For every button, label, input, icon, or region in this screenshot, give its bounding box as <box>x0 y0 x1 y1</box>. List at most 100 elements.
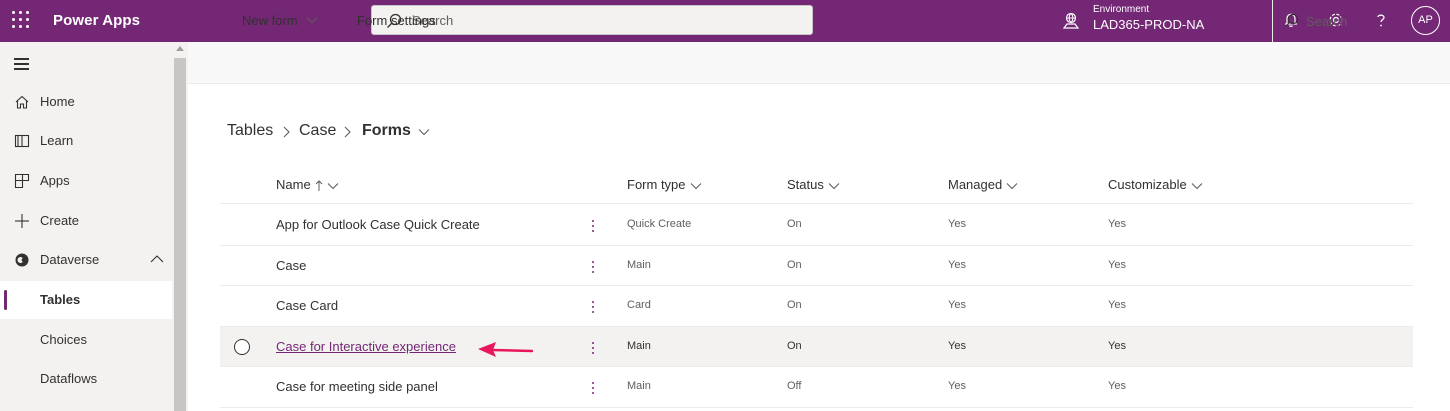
home-icon <box>15 95 29 109</box>
form-status: On <box>787 299 802 311</box>
sidebar-scrollbar[interactable] <box>172 42 188 411</box>
table-row[interactable]: Case for Interactive experience Main On … <box>220 326 1413 367</box>
book-icon <box>14 134 30 148</box>
scroll-up-arrow-icon[interactable] <box>176 46 184 51</box>
form-type: Main <box>627 380 651 392</box>
forms-search-box[interactable] <box>1280 10 1440 32</box>
top-bar: Power Apps Environment LAD365-PROD-NA AP <box>0 0 1450 42</box>
form-type: Card <box>627 299 651 311</box>
chevron-down-icon <box>327 182 339 189</box>
sidebar-item-label: Learn <box>40 133 74 148</box>
column-header-name[interactable]: Name <box>276 177 339 192</box>
form-type: Main <box>627 339 651 352</box>
sidebar-item-label: Apps <box>40 173 70 188</box>
form-customizable: Yes <box>1108 218 1126 230</box>
form-customizable: Yes <box>1108 339 1126 352</box>
sidebar-item-choices[interactable]: Choices <box>0 321 172 359</box>
form-customizable: Yes <box>1108 380 1126 392</box>
form-status: On <box>787 218 802 230</box>
sidebar-item-dataverse[interactable]: Dataverse <box>0 241 172 279</box>
form-managed: Yes <box>948 339 966 352</box>
column-header-form-type[interactable]: Form type <box>627 177 702 192</box>
command-bar-divider <box>1272 0 1273 42</box>
chevron-up-icon[interactable] <box>150 254 164 264</box>
form-name[interactable]: Case <box>276 258 306 273</box>
form-type: Main <box>627 258 651 271</box>
sidebar-item-label: Choices <box>40 332 87 347</box>
form-name-link[interactable]: Case for Interactive experience <box>276 339 456 354</box>
table-row[interactable]: Case for meeting side panel Main Off Yes… <box>220 367 1413 408</box>
environment-name: LAD365-PROD-NA <box>1093 17 1205 32</box>
hamburger-menu-icon[interactable] <box>14 57 30 71</box>
left-navigation: Home Learn Apps Create Dataverse Tables … <box>0 42 172 411</box>
column-header-status[interactable]: Status <box>787 177 840 192</box>
chevron-down-icon <box>690 182 701 189</box>
waffle-icon[interactable] <box>12 11 32 31</box>
form-status: On <box>787 339 802 352</box>
table-header: Name Form type Status Managed Customizab… <box>220 164 1413 204</box>
app-name[interactable]: Power Apps <box>53 12 140 29</box>
sidebar-item-label: Dataverse <box>40 252 100 267</box>
global-search-box[interactable] <box>371 5 813 35</box>
form-name[interactable]: Case for meeting side panel <box>276 379 438 394</box>
form-customizable: Yes <box>1108 258 1126 271</box>
form-status: On <box>787 258 802 271</box>
sidebar-item-home[interactable]: Home <box>0 83 172 121</box>
new-form-label: New form <box>242 13 298 28</box>
environment-label: Environment <box>1093 4 1150 15</box>
form-customizable: Yes <box>1108 299 1126 311</box>
plus-icon <box>15 214 29 228</box>
breadcrumb-case[interactable]: Case <box>299 122 336 140</box>
breadcrumb-tables[interactable]: Tables <box>227 122 273 140</box>
form-settings-label: Form settings <box>357 13 436 28</box>
form-type: Quick Create <box>627 218 692 230</box>
form-name[interactable]: App for Outlook Case Quick Create <box>276 217 480 232</box>
form-managed: Yes <box>948 299 966 311</box>
table-row[interactable]: Case Main On Yes Yes <box>220 246 1413 286</box>
search-icon <box>1285 13 1299 27</box>
sidebar-item-label: Create <box>40 213 80 228</box>
chevron-right-icon <box>344 126 351 138</box>
environment-picker[interactable]: Environment LAD365-PROD-NA <box>1062 3 1262 37</box>
column-header-managed[interactable]: Managed <box>948 177 1018 192</box>
plus-icon <box>220 13 234 27</box>
breadcrumb-forms[interactable]: Forms <box>362 122 411 140</box>
sidebar-item-create[interactable]: Create <box>0 202 172 240</box>
form-managed: Yes <box>948 380 966 392</box>
form-managed: Yes <box>948 218 966 230</box>
table-row[interactable]: App for Outlook Case Quick Create Quick … <box>220 205 1413 246</box>
column-header-customizable[interactable]: Customizable <box>1108 177 1203 192</box>
more-options-icon[interactable] <box>588 217 598 235</box>
environment-icon <box>1062 12 1080 29</box>
form-status: Off <box>787 380 802 392</box>
apps-icon <box>14 173 30 189</box>
form-managed: Yes <box>948 258 966 271</box>
chevron-down-icon <box>828 182 840 189</box>
more-options-icon[interactable] <box>588 258 598 276</box>
chevron-down-icon <box>1191 182 1203 189</box>
sidebar-item-tables[interactable]: Tables <box>0 281 172 319</box>
global-search-input[interactable] <box>412 10 802 30</box>
more-options-icon[interactable] <box>588 339 598 357</box>
sidebar-item-label: Dataflows <box>40 371 98 386</box>
dataverse-icon <box>15 253 29 267</box>
sort-ascending-icon <box>315 179 323 191</box>
more-options-icon[interactable] <box>588 298 598 316</box>
row-select-radio[interactable] <box>234 338 250 355</box>
table-row[interactable]: Case Card Card On Yes Yes <box>220 286 1413 327</box>
annotation-arrow-icon <box>478 342 534 357</box>
chevron-down-icon[interactable] <box>306 16 318 24</box>
sidebar-item-learn[interactable]: Learn <box>0 122 172 160</box>
sidebar-item-dataflows[interactable]: Dataflows <box>0 360 172 398</box>
forms-search-input[interactable] <box>1306 12 1436 30</box>
scrollbar-thumb[interactable] <box>174 58 186 411</box>
sidebar-item-label: Home <box>40 94 75 109</box>
sidebar-item-apps[interactable]: Apps <box>0 162 172 200</box>
chevron-right-icon <box>283 126 290 138</box>
command-bar <box>188 42 1450 84</box>
chevron-down-icon[interactable] <box>418 128 430 136</box>
form-name[interactable]: Case Card <box>276 298 338 313</box>
chevron-down-icon <box>1006 182 1018 189</box>
more-options-icon[interactable] <box>588 379 598 397</box>
sidebar-item-label: Tables <box>40 292 81 307</box>
